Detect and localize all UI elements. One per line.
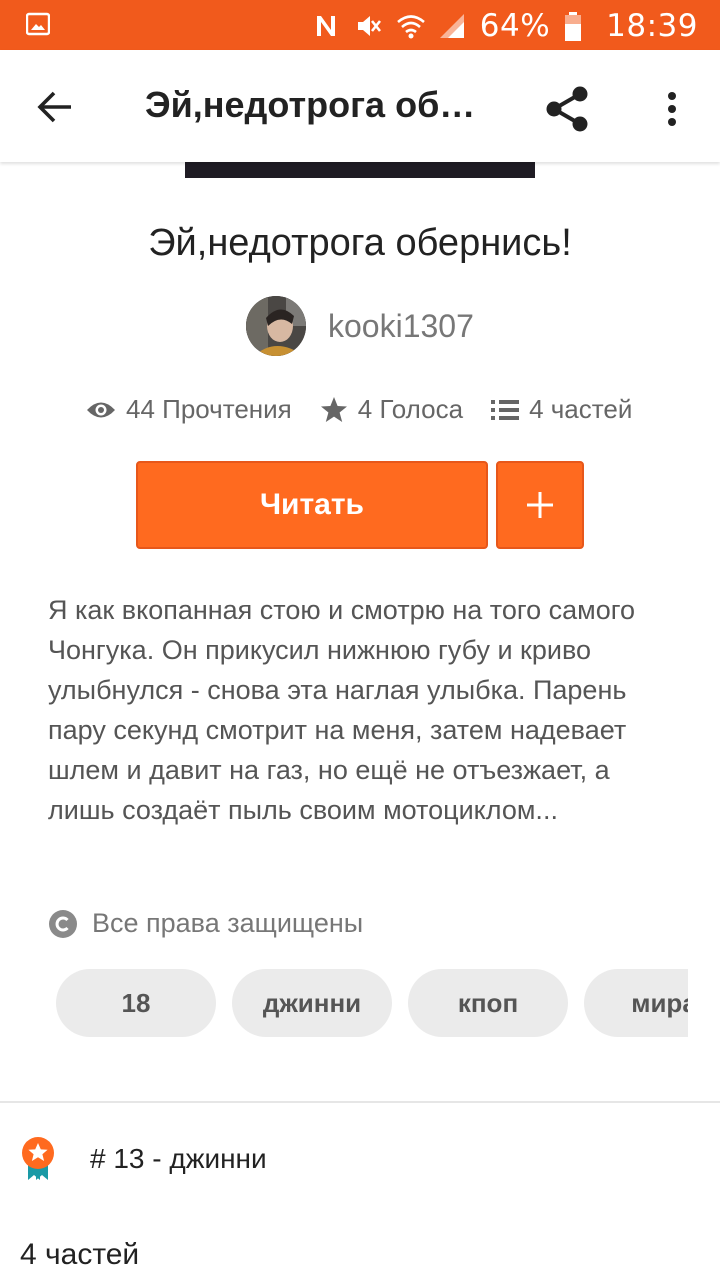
story-title: Эй,недотрога обернись! bbox=[148, 222, 572, 264]
avatar[interactable] bbox=[246, 296, 306, 356]
copyright-text: Все права защищены bbox=[92, 908, 364, 938]
story-description: Я как вкопанная стою и смотрю на того са… bbox=[48, 595, 635, 825]
more-options-button[interactable] bbox=[652, 80, 692, 138]
star-icon bbox=[320, 396, 347, 422]
clock: 18:39 bbox=[606, 8, 698, 44]
reads-stat: 44 Прочтения bbox=[86, 394, 292, 425]
copyright-row: Все права защищены bbox=[48, 908, 363, 939]
parts-heading: 4 частей bbox=[20, 1238, 140, 1271]
plus-icon bbox=[527, 492, 553, 518]
tag-chip[interactable]: мира bbox=[584, 969, 688, 1037]
battery-percent: 64% bbox=[479, 8, 551, 44]
app-bar-title: Эй,недотрога об… bbox=[145, 84, 476, 125]
parts-count: 4 частей bbox=[529, 394, 633, 424]
eye-icon bbox=[87, 402, 115, 417]
mute-icon bbox=[354, 12, 382, 40]
more-vertical-icon bbox=[668, 92, 676, 126]
ranking-row[interactable]: # 13 - джинни bbox=[20, 1136, 267, 1182]
votes-stat: 4 Голоса bbox=[320, 394, 463, 425]
status-bar: 64% 18:39 bbox=[0, 0, 720, 50]
divider bbox=[0, 1101, 720, 1103]
arrow-left-icon bbox=[37, 91, 71, 123]
wifi-icon bbox=[396, 12, 425, 40]
parts-stat: 4 частей bbox=[491, 394, 632, 425]
story-stats: 44 Прочтения 4 Голоса 4 частей bbox=[86, 394, 632, 425]
signal-icon bbox=[438, 12, 466, 40]
tag-chip[interactable]: 18 bbox=[56, 969, 216, 1037]
gallery-notification-icon bbox=[25, 12, 51, 36]
ranking-badge-icon bbox=[22, 1137, 54, 1180]
back-button[interactable] bbox=[30, 82, 80, 132]
author-name[interactable]: kooki1307 bbox=[328, 308, 474, 345]
author-row[interactable]: kooki1307 bbox=[246, 296, 474, 356]
app-bar: Эй,недотрога об… bbox=[0, 50, 720, 162]
nfc-icon bbox=[312, 12, 340, 40]
tag-chip[interactable]: джинни bbox=[232, 969, 392, 1037]
share-icon bbox=[546, 86, 588, 132]
tags-list: 18 джинни кпоп мира bbox=[56, 969, 688, 1037]
battery-icon bbox=[564, 12, 592, 41]
story-cover bbox=[185, 162, 535, 178]
list-icon bbox=[491, 399, 520, 420]
add-to-library-button[interactable] bbox=[496, 461, 584, 549]
read-button[interactable]: Читать bbox=[136, 461, 488, 549]
tag-chip[interactable]: кпоп bbox=[408, 969, 568, 1037]
copyright-icon bbox=[49, 909, 77, 938]
votes-count: 4 Голоса bbox=[357, 394, 464, 424]
share-button[interactable] bbox=[538, 80, 596, 138]
reads-count: 44 Прочтения bbox=[126, 394, 292, 424]
ranking-label[interactable]: # 13 - джинни bbox=[90, 1143, 267, 1175]
